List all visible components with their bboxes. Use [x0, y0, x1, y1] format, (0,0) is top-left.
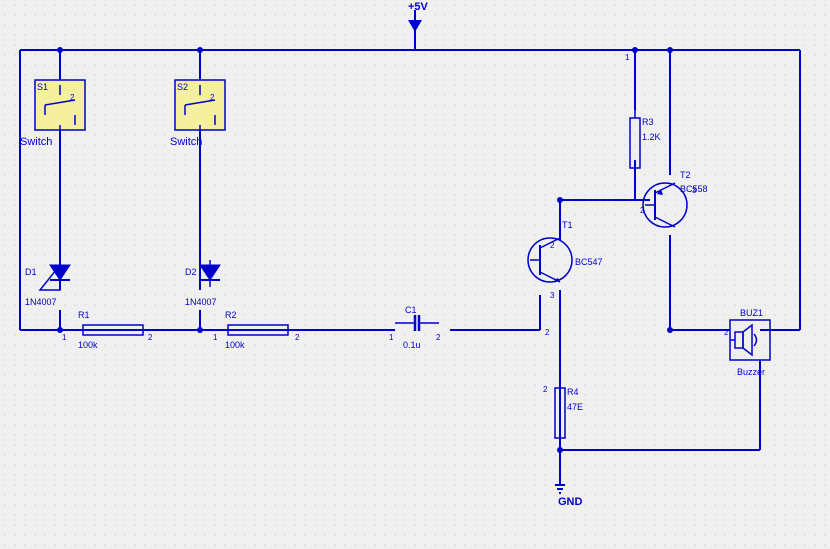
svg-text:1: 1 [213, 333, 218, 342]
gnd-label: GND [558, 496, 583, 508]
svg-text:2: 2 [295, 333, 300, 342]
r1-value: 100k [78, 340, 98, 350]
svg-text:2: 2 [543, 385, 548, 394]
svg-text:3: 3 [692, 186, 697, 195]
switch-s2: S2 2 [175, 80, 225, 130]
r1-id: R1 [78, 310, 90, 320]
svg-text:2: 2 [70, 93, 75, 102]
r2-value: 100k [225, 340, 245, 350]
d2-label: 1N4007 [185, 297, 217, 307]
s2-label: Switch [170, 136, 202, 148]
svg-text:2: 2 [550, 241, 555, 250]
c1-value: 0.1u [403, 340, 421, 350]
t2-id: T2 [680, 170, 691, 180]
svg-text:2: 2 [148, 333, 153, 342]
buz1-id: BUZ1 [740, 308, 763, 318]
switch-s1: S1 2 [35, 80, 85, 130]
r4-id: R4 [567, 387, 579, 397]
t1-id: T1 [562, 220, 573, 230]
svg-text:2: 2 [724, 328, 729, 337]
c1-id: C1 [405, 305, 417, 315]
r3-value: 1.2K [642, 132, 661, 142]
svg-text:S1: S1 [37, 82, 48, 92]
svg-text:S2: S2 [177, 82, 188, 92]
svg-text:3: 3 [550, 291, 555, 300]
d1-label: 1N4007 [25, 297, 57, 307]
svg-text:2: 2 [210, 93, 215, 102]
svg-text:2: 2 [640, 206, 645, 215]
buz1-label: Buzzer [737, 367, 765, 377]
s1-label: Switch [20, 136, 52, 148]
r4-value: 47E [567, 402, 583, 412]
schematic-canvas: S1 2 Switch S2 2 Switch D1 1N4007 [0, 0, 830, 549]
vcc-label: +5V [408, 1, 429, 13]
svg-text:2: 2 [545, 328, 550, 337]
svg-text:1: 1 [62, 333, 67, 342]
r2-id: R2 [225, 310, 237, 320]
svg-text:1: 1 [625, 53, 630, 62]
d1-id: D1 [25, 267, 37, 277]
svg-text:1: 1 [389, 333, 394, 342]
t1-label: BC547 [575, 257, 603, 267]
d2-id: D2 [185, 267, 197, 277]
r3-id: R3 [642, 117, 654, 127]
svg-text:2: 2 [436, 333, 441, 342]
